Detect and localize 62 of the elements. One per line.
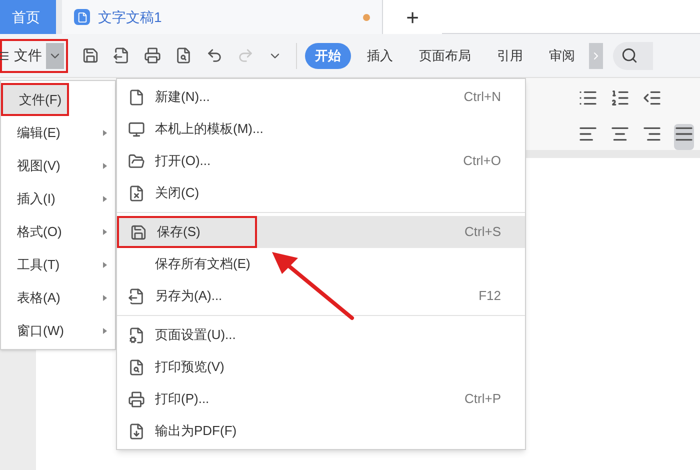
document-cross-icon: [128, 184, 144, 202]
submenu-item[interactable]: 新建(N)... Ctrl+N: [117, 81, 525, 113]
submenu-arrow-icon: [103, 196, 107, 202]
tab-label: 首页: [12, 8, 40, 26]
printer-icon[interactable]: [144, 47, 161, 64]
printer-icon: [128, 390, 144, 408]
save-icon: [130, 224, 146, 240]
menu-item[interactable]: 视图(V): [1, 149, 115, 182]
ribbon-tab[interactable]: 审阅: [539, 42, 585, 68]
submenu-item[interactable]: 保存(S): [117, 216, 257, 248]
submenu-arrow-icon: [103, 262, 107, 268]
submenu-arrow-icon: [103, 162, 107, 168]
submenu-item[interactable]: 页面设置(U)...: [117, 319, 525, 351]
document-magnifier-icon[interactable]: [175, 47, 192, 64]
menu-item[interactable]: 编辑(E): [1, 116, 115, 149]
shortcut-label: Ctrl+O: [463, 152, 501, 170]
search-icon[interactable]: [613, 42, 653, 70]
tab-label: 文字文稿1: [98, 8, 162, 26]
menu-item[interactable]: 工具(T): [1, 248, 115, 281]
justify-icon[interactable]: [674, 124, 694, 150]
menu-item[interactable]: 窗口(W): [1, 314, 115, 347]
submenu-arrow-icon: [103, 328, 107, 334]
shortcut-label: Ctrl+N: [464, 88, 501, 106]
document-magnifier-icon: [128, 358, 144, 376]
menu-icon: [0, 50, 10, 62]
submenu-item[interactable]: 保存所有文档(E): [117, 248, 525, 280]
menu-item[interactable]: 文件(F): [1, 83, 69, 116]
save-icon[interactable]: [82, 47, 99, 64]
undo-icon[interactable]: [206, 47, 223, 64]
menu-item[interactable]: 格式(O): [1, 215, 115, 248]
ribbon-tab[interactable]: 页面布局: [409, 42, 481, 68]
file-menu-button[interactable]: 文件: [0, 38, 68, 72]
ribbon-tab[interactable]: 插入: [357, 42, 403, 68]
submenu-item[interactable]: 另存为(A)... F12: [117, 280, 525, 312]
file-menu-label: 文件: [14, 46, 42, 65]
submenu-item[interactable]: 本机上的模板(M)...: [117, 113, 525, 145]
monitor-icon: [128, 120, 144, 138]
document-arrow-icon[interactable]: [113, 47, 130, 64]
submenu-arrow-icon: [103, 228, 107, 234]
submenu-item[interactable]: 打印(P)... Ctrl+P: [117, 383, 525, 415]
document-export-icon: [128, 422, 144, 440]
new-tab-button[interactable]: +: [382, 0, 442, 34]
submenu-item[interactable]: 输出为PDF(F): [117, 415, 525, 447]
submenu-arrow-icon: [103, 130, 107, 136]
folder-icon: [128, 152, 144, 170]
submenu-item[interactable]: 打开(O)... Ctrl+O: [117, 145, 525, 177]
page-gear-icon: [128, 326, 144, 344]
shortcut-label: Ctrl+S: [464, 223, 502, 242]
document-icon: [74, 9, 90, 25]
shortcut-label: F12: [478, 287, 501, 306]
dropdown-caret-icon: [46, 42, 64, 68]
numbered-list-icon[interactable]: [610, 88, 630, 108]
submenu-arrow-icon: [103, 294, 107, 300]
submenu-item[interactable]: 打印预览(V): [117, 351, 525, 383]
ribbon-tab[interactable]: 引用: [487, 42, 533, 68]
document-icon: [128, 88, 144, 106]
menu-item[interactable]: 表格(A): [1, 281, 115, 314]
document-arrow-icon: [128, 288, 144, 304]
shortcut-label: Ctrl+P: [464, 390, 501, 408]
menu-item[interactable]: 插入(I): [1, 182, 115, 215]
submenu-item[interactable]: 关闭(C): [117, 177, 525, 209]
document-tab[interactable]: 文字文稿1: [62, 0, 382, 34]
